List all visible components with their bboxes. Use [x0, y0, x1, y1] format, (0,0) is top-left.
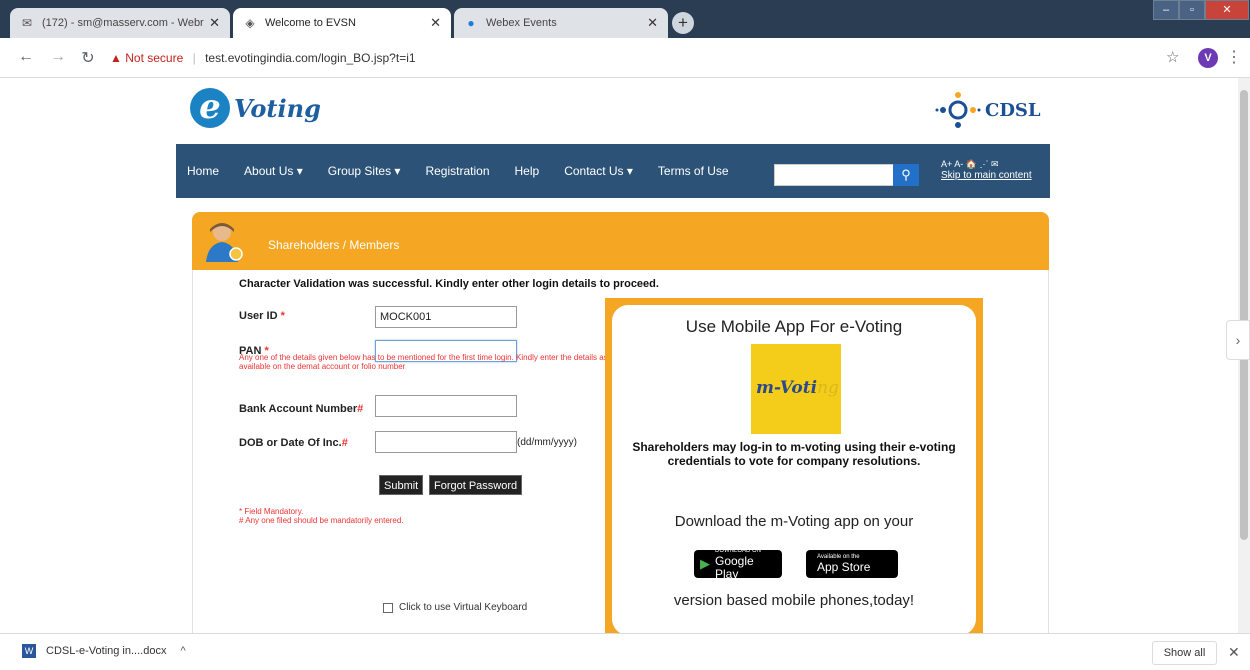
menu-kebab-icon[interactable]: ⋮ — [1226, 47, 1242, 67]
form-notes: * Field Mandatory. # Any one filed shoul… — [239, 507, 404, 525]
minimize-button[interactable]: – — [1153, 0, 1179, 20]
browser-tab-mail[interactable]: ✉ (172) - sm@masserv.com - Webr ✕ — [10, 8, 230, 38]
m-voting-logo: m-Voting — [751, 344, 841, 434]
download-bar: W CDSL-e-Voting in....docx ^ Show all ✕ — [0, 633, 1250, 670]
nav-contact-us[interactable]: Contact Us ▾ — [564, 164, 633, 178]
tab-title: (172) - sm@masserv.com - Webr — [42, 17, 204, 29]
chevron-up-icon[interactable]: ^ — [180, 645, 185, 657]
skip-link[interactable]: Skip to main content — [941, 170, 1046, 182]
logo-text: Voting — [234, 93, 321, 123]
tab-title: Webex Events — [486, 17, 557, 29]
panel-header: Shareholders / Members — [192, 212, 1049, 270]
site-search-input[interactable] — [774, 164, 894, 186]
nav-group-sites[interactable]: Group Sites ▾ — [328, 164, 401, 178]
profile-avatar[interactable]: V — [1198, 48, 1218, 68]
nav-about-us[interactable]: About Us ▾ — [244, 164, 303, 178]
app-store-badge[interactable]: Available on the App Store — [806, 550, 898, 578]
logo-text-tail: ng — [817, 378, 839, 398]
warning-icon: ▲ — [110, 51, 122, 65]
browser-tab-evsn[interactable]: ◈ Welcome to EVSN ✕ — [233, 8, 451, 38]
nav-terms-of-use[interactable]: Terms of Use — [658, 164, 729, 178]
mobile-app-promo: Use Mobile App For e-Voting m-Voting Sha… — [605, 298, 983, 633]
nav-home[interactable]: Home — [187, 164, 219, 178]
login-panel: Character Validation was successful. Kin… — [192, 270, 1049, 633]
security-label: Not secure — [125, 51, 184, 65]
tab-title: Welcome to EVSN — [265, 17, 356, 29]
bank-account-label: Bank Account Number# — [239, 403, 364, 415]
cdsl-logo[interactable]: CDSL — [935, 90, 1041, 130]
reload-icon[interactable]: ↻ — [78, 48, 98, 68]
accessibility-tools: A+ A- 🏠 ⋰ ✉ Skip to main content — [941, 158, 1046, 182]
new-tab-button[interactable]: + — [672, 12, 694, 34]
download-filename: CDSL-e-Voting in....docx — [46, 645, 167, 657]
maximize-button[interactable]: ▫ — [1179, 0, 1205, 20]
webex-icon: ● — [467, 16, 475, 30]
dob-input[interactable] — [375, 431, 517, 453]
promo-description: Shareholders may log-in to m-voting usin… — [632, 440, 956, 468]
google-play-badge[interactable]: ▶ DOWNLOAD ON Google Play — [694, 548, 782, 581]
play-icon: ▶ — [700, 556, 710, 571]
diamond-icon: ◈ — [245, 16, 255, 30]
promo-card: Use Mobile App For e-Voting m-Voting Sha… — [612, 305, 976, 633]
bank-account-input[interactable] — [375, 395, 517, 417]
logo-text-main: m-Voti — [756, 378, 818, 398]
validation-message: Character Validation was successful. Kin… — [239, 278, 659, 290]
close-tab-icon[interactable]: ✕ — [647, 15, 658, 31]
bookmark-star-icon[interactable]: ☆ — [1166, 48, 1179, 66]
logo-text: CDSL — [985, 99, 1041, 121]
search-icon[interactable]: ⚲ — [893, 164, 919, 186]
dob-format-hint: (dd/mm/yyyy) — [517, 437, 577, 448]
forward-arrow-icon[interactable]: → — [48, 48, 68, 66]
mandatory-note: * Field Mandatory. — [239, 507, 304, 516]
side-panel-chevron-icon[interactable]: › — [1226, 320, 1250, 360]
submit-button[interactable]: Submit — [379, 475, 424, 495]
page-viewport: e Voting CDSL Home About Us ▾ Group Site… — [0, 78, 1238, 633]
nav-help[interactable]: Help — [515, 164, 540, 178]
cdsl-emblem-icon — [935, 92, 981, 128]
user-icon — [206, 223, 243, 262]
close-tab-icon[interactable]: ✕ — [209, 15, 220, 31]
google-big-text: Google Play — [715, 553, 754, 581]
panel-title: Shareholders / Members — [268, 238, 400, 252]
virtual-keyboard-label: Click to use Virtual Keyboard — [399, 602, 528, 613]
e-logo-icon: e — [190, 88, 230, 128]
evoting-logo[interactable]: e Voting — [190, 86, 321, 130]
font-size-tools[interactable]: A+ A- 🏠 ⋰ ✉ — [941, 158, 1046, 170]
download-item[interactable]: W CDSL-e-Voting in....docx ^ — [22, 644, 186, 658]
close-icon[interactable]: ✕ — [1228, 644, 1240, 661]
main-navbar: Home About Us ▾ Group Sites ▾ Registrati… — [176, 144, 1050, 198]
virtual-keyboard-checkbox[interactable] — [383, 602, 393, 613]
promo-download-text: Download the m-Voting app on your — [674, 513, 914, 530]
apple-big-text: App Store — [817, 560, 871, 574]
close-tab-icon[interactable]: ✕ — [430, 15, 441, 31]
any-one-note: # Any one filed should be mandatorily en… — [239, 516, 404, 525]
nav-registration[interactable]: Registration — [425, 164, 489, 178]
url-field[interactable]: ▲ Not secure | test.evotingindia.com/log… — [110, 46, 1140, 70]
word-doc-icon: W — [22, 644, 36, 658]
browser-titlebar: ✉ (172) - sm@masserv.com - Webr ✕ ◈ Welc… — [0, 0, 1250, 38]
promo-footer-text: version based mobile phones,today! — [673, 592, 915, 609]
scrollbar-thumb[interactable] — [1240, 90, 1248, 540]
back-arrow-icon[interactable]: ← — [16, 48, 36, 66]
promo-heading: Use Mobile App For e-Voting — [685, 317, 903, 336]
browser-tab-webex[interactable]: ● Webex Events ✕ — [454, 8, 668, 38]
close-window-button[interactable]: ✕ — [1205, 0, 1249, 20]
user-id-label: User ID * — [239, 310, 285, 322]
url-text: test.evotingindia.com/login_BO.jsp?t=i1 — [205, 51, 416, 65]
user-id-input[interactable] — [375, 306, 517, 328]
virtual-keyboard-option[interactable]: Click to use Virtual Keyboard — [383, 602, 527, 613]
forgot-password-button[interactable]: Forgot Password — [429, 475, 523, 495]
mail-icon: ✉ — [21, 16, 33, 30]
address-bar: ← → ↻ ▲ Not secure | test.evotingindia.c… — [0, 38, 1250, 78]
dob-label: DOB or Date Of Inc.# — [239, 437, 348, 449]
show-all-button[interactable]: Show all — [1152, 641, 1217, 665]
pan-help-text: Any one of the details given below has t… — [239, 353, 608, 371]
